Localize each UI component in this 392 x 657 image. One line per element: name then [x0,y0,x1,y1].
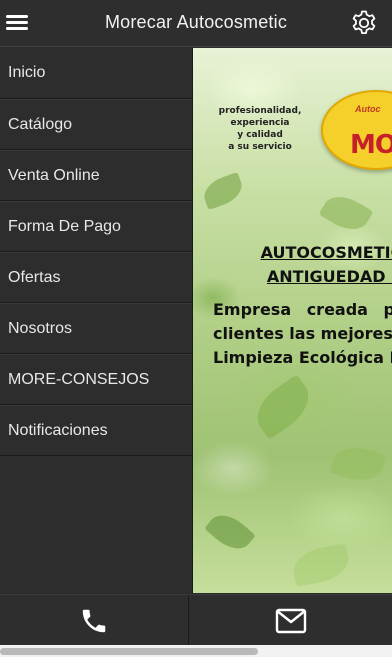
sidebar-item-label: Ofertas [8,268,61,286]
app-title: Morecar Autocosmetic [104,12,288,32]
leaf-decoration [247,374,319,440]
sidebar-item-more-consejos[interactable]: MORE-CONSEJOS [0,354,192,405]
horizontal-scrollbar [0,645,392,657]
email-button[interactable] [190,595,392,646]
leaf-decoration [329,442,387,486]
brand-logo: Autoc MORE [321,90,392,170]
sidebar-item-label: Forma De Pago [8,217,121,235]
sidebar-item-label: Notificaciones [8,421,108,439]
leaf-decoration [318,188,374,238]
sidebar-item-venta-online[interactable]: Venta Online [0,150,192,201]
gear-icon[interactable] [350,9,378,37]
content-heading: AUTOCOSMETIC MO ANTIGUEDAD EN LI [260,243,392,286]
leaf-decoration [290,543,352,587]
phone-icon [82,609,106,632]
sidebar-item-nosotros[interactable]: Nosotros [0,303,192,354]
sidebar-item-notificaciones[interactable]: Notificaciones [0,405,192,456]
leaf-decoration [199,171,247,211]
leaf-decoration [204,507,256,557]
banner-slogan: profesionalidad, experiencia y calidad a… [218,106,302,152]
app-header: Morecar Autocosmetic [0,0,392,47]
sidebar-item-ofertas[interactable]: Ofertas [0,252,192,303]
sidebar-item-label: Venta Online [8,166,100,184]
sidebar-item-catalogo[interactable]: Catálogo [0,99,192,150]
scrollbar-thumb[interactable] [0,648,258,655]
sidebar-item-label: Catálogo [8,115,73,133]
content-body: Empresa creada p clientes las mejores Li… [213,300,392,367]
sidebar-menu: Inicio Catálogo Venta Online Forma De Pa… [0,48,193,593]
call-button[interactable] [0,595,189,646]
bottom-action-bar [0,594,392,646]
sidebar-item-label: MORE-CONSEJOS [8,370,150,388]
sidebar-item-forma-de-pago[interactable]: Forma De Pago [0,201,192,252]
sidebar-item-label: Inicio [8,64,46,81]
envelope-icon [275,608,307,633]
sidebar-item-label: Nosotros [8,319,73,337]
main-content: profesionalidad, experiencia y calidad a… [193,48,392,593]
sidebar-item-inicio[interactable]: Inicio [0,48,192,99]
